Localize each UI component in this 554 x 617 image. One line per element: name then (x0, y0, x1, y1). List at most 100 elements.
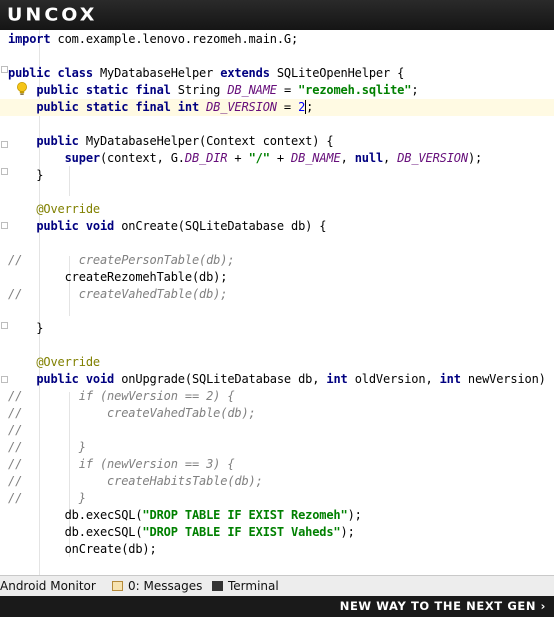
code-token: + (227, 151, 249, 165)
code-token: + (269, 151, 292, 165)
fold-marker[interactable] (1, 141, 8, 148)
code-line[interactable]: // createVahedTable(db); (8, 405, 256, 422)
watermark-footer: NEW WAY TO THE NEXT GEN › (0, 596, 554, 617)
comment-token: // } (8, 440, 86, 454)
code-line[interactable]: public MyDatabaseHelper(Context context)… (8, 133, 333, 150)
code-token: , (383, 151, 398, 165)
keyword-token: super (64, 151, 101, 165)
field-token: DB_VERSION (206, 100, 277, 114)
indent-guide (69, 166, 70, 196)
messages-label: 0: Messages (128, 579, 203, 593)
keyword-token: public static final (36, 83, 171, 97)
code-line[interactable]: super(context, G.DB_DIR + "/" + DB_NAME,… (8, 150, 483, 167)
annotation-token: @Override (36, 355, 100, 369)
uncox-logo: UNCOX (7, 4, 98, 26)
string-token: "rezomeh.sqlite" (298, 83, 412, 97)
code-editor[interactable]: import com.example.lenovo.rezomeh.main.G… (0, 30, 554, 575)
keyword-token: int (439, 372, 461, 386)
keyword-token: extends (220, 66, 270, 80)
code-line[interactable]: public void onCreate(SQLiteDatabase db) … (8, 218, 326, 235)
fold-marker[interactable] (1, 168, 8, 175)
android-monitor-tab[interactable]: Android Monitor (0, 579, 96, 593)
tool-window-bar: Android Monitor 0: Messages Terminal (0, 575, 554, 596)
code-line[interactable]: db.execSQL("DROP TABLE IF EXIST Rezomeh"… (8, 507, 362, 524)
keyword-token: public void (36, 219, 115, 233)
code-token: ; (306, 100, 314, 114)
code-line[interactable]: } (8, 320, 43, 337)
code-line[interactable]: onCreate(db); (8, 541, 157, 558)
code-line[interactable]: createRezomehTable(db); (8, 269, 228, 286)
code-line[interactable]: // } (8, 439, 86, 456)
tagline: NEW WAY TO THE NEXT GEN › (339, 599, 546, 613)
comment-token: // if (newVersion == 2) { (8, 389, 235, 403)
comment-token: // createHabitsTable(db); (8, 474, 263, 488)
code-line[interactable]: // } (8, 490, 86, 507)
code-line[interactable]: // createVahedTable(db); (8, 286, 227, 303)
terminal-tab[interactable]: Terminal (212, 579, 279, 593)
code-token: = (276, 100, 299, 114)
code-line[interactable]: @Override (8, 354, 100, 371)
code-token: onCreate(SQLiteDatabase db) { (114, 219, 327, 233)
code-token: SQLiteOpenHelper { (269, 66, 405, 80)
keyword-token: int (326, 372, 348, 386)
code-token: , (340, 151, 355, 165)
code-token: db.execSQL( (8, 508, 143, 522)
code-line[interactable]: public class MyDatabaseHelper extends SQ… (8, 65, 404, 82)
field-token: DB_DIR (184, 151, 228, 165)
code-token: newVersion) { (460, 372, 554, 386)
fold-marker[interactable] (1, 322, 8, 329)
code-token: onUpgrade(SQLiteDatabase db, (114, 372, 327, 386)
code-line-current[interactable]: public static final int DB_VERSION = 2; (0, 99, 554, 116)
comment-token: // createVahedTable(db); (8, 406, 256, 420)
keyword-token: public static final int (36, 100, 200, 114)
code-token: (context, G. (99, 151, 185, 165)
messages-icon (112, 581, 123, 591)
string-token: "DROP TABLE IF EXIST Vaheds" (142, 525, 341, 539)
code-line[interactable]: public static final String DB_NAME = "re… (8, 82, 418, 99)
fold-marker[interactable] (1, 66, 8, 73)
code-line[interactable]: // (8, 422, 22, 439)
code-line[interactable]: // createPersonTable(db); (8, 252, 235, 269)
code-line[interactable]: // if (newVersion == 3) { (8, 456, 235, 473)
code-token: = (276, 83, 299, 97)
code-token: onCreate(db); (8, 542, 157, 556)
comment-token: // } (8, 491, 86, 505)
code-line[interactable]: import com.example.lenovo.rezomeh.main.G… (8, 31, 298, 48)
terminal-icon (212, 581, 223, 591)
code-line[interactable]: // if (newVersion == 2) { (8, 388, 235, 405)
code-line[interactable]: // createHabitsTable(db); (8, 473, 263, 490)
keyword-token: import (8, 32, 51, 46)
code-token: ); (347, 508, 362, 522)
code-token: } (8, 321, 44, 335)
android-monitor-label: Android Monitor (0, 579, 96, 593)
comment-token: // (8, 423, 23, 437)
field-token: DB_VERSION (397, 151, 468, 165)
keyword-token: null (354, 151, 384, 165)
fold-marker[interactable] (1, 376, 8, 383)
code-line[interactable]: @Override (8, 201, 100, 218)
field-token: DB_NAME (227, 83, 277, 97)
code-line[interactable]: db.execSQL("DROP TABLE IF EXIST Vaheds")… (8, 524, 355, 541)
code-token: MyDatabaseHelper (92, 66, 221, 80)
comment-token: // createPersonTable(db); (8, 253, 235, 267)
keyword-token: public (36, 134, 79, 148)
messages-tab[interactable]: 0: Messages (112, 579, 202, 593)
code-line[interactable]: public void onUpgrade(SQLiteDatabase db,… (8, 371, 554, 388)
code-token: db.execSQL( (8, 525, 143, 539)
code-token: } (8, 168, 44, 182)
code-line[interactable]: } (8, 167, 43, 184)
fold-marker[interactable] (1, 222, 8, 229)
terminal-label: Terminal (228, 579, 279, 593)
code-token: ); (467, 151, 483, 165)
comment-token: // if (newVersion == 3) { (8, 457, 235, 471)
keyword-token: public void (36, 372, 115, 386)
code-token: ); (340, 525, 355, 539)
